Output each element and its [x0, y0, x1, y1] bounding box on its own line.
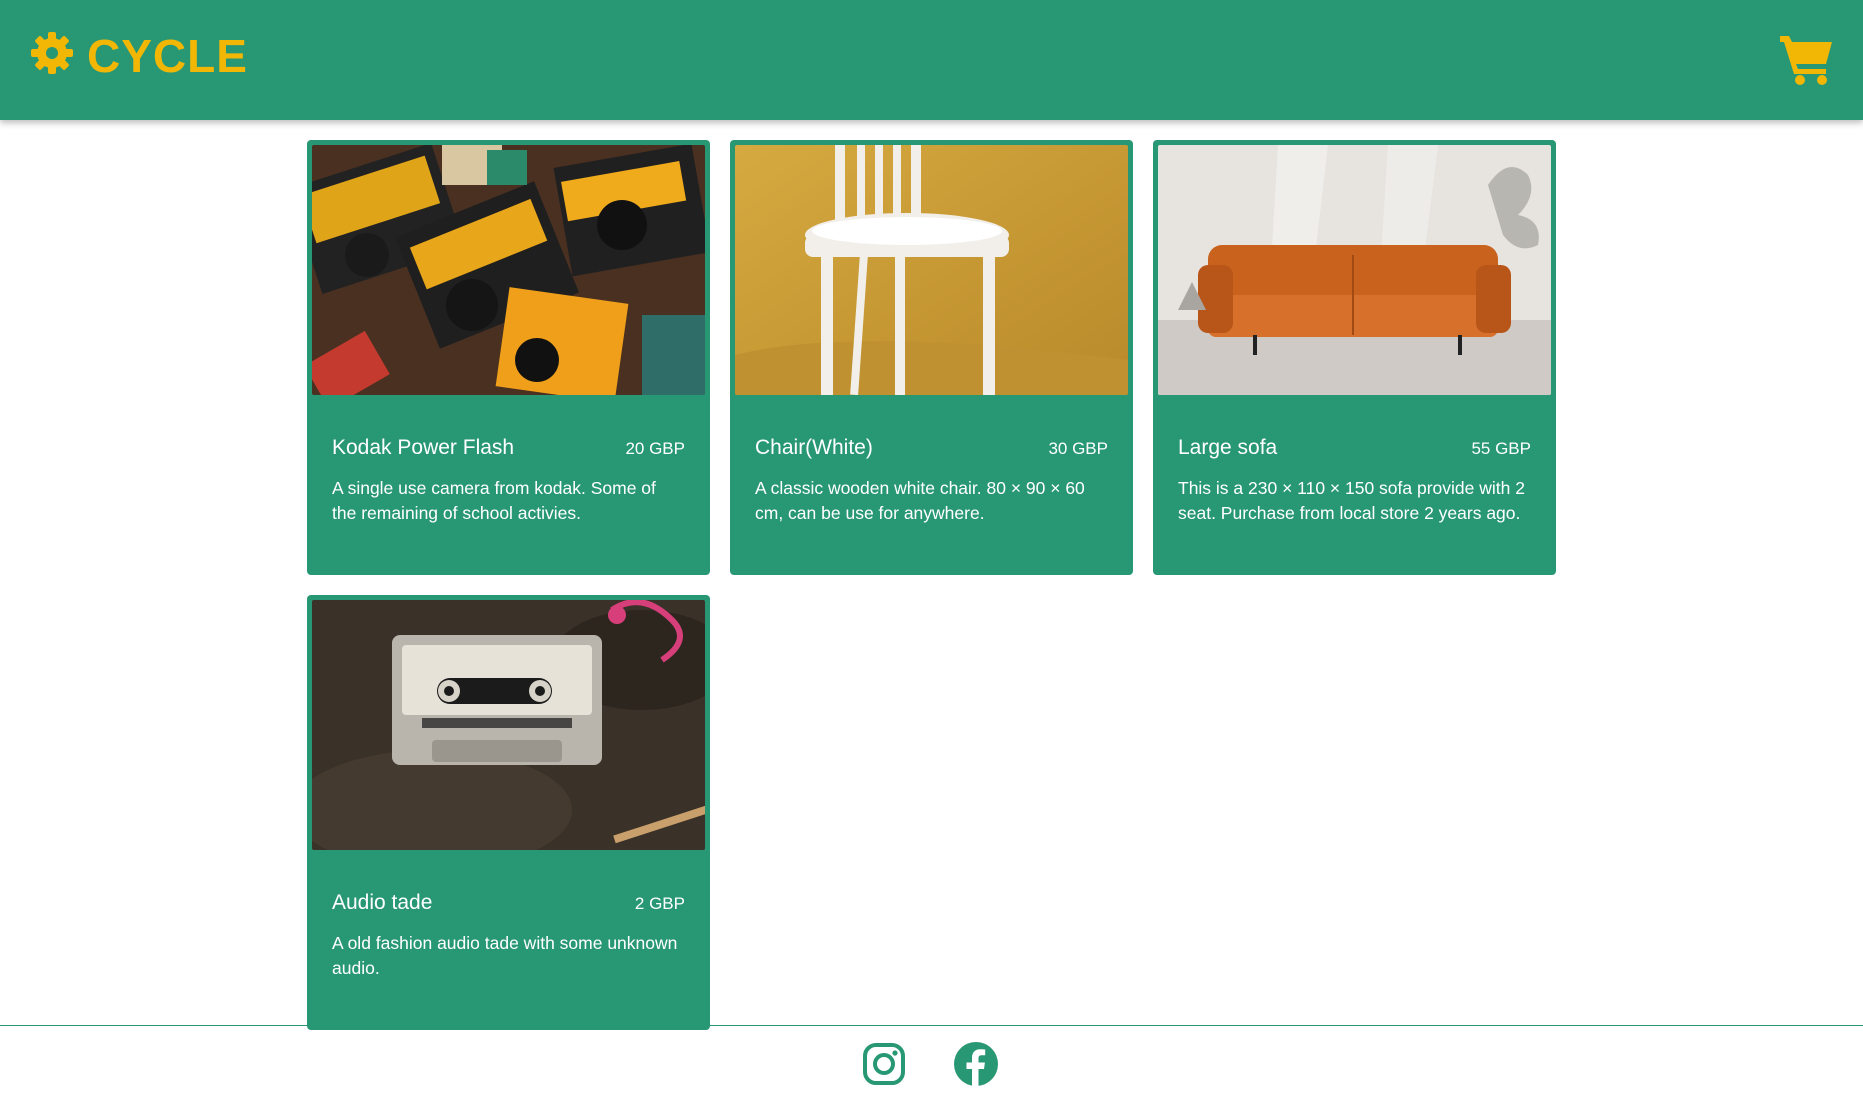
facebook-icon [952, 1042, 1000, 1092]
product-title: Large sofa [1178, 436, 1278, 459]
product-grid: Kodak Power Flash 20 GBP A single use ca… [307, 140, 1556, 1030]
instagram-link[interactable] [860, 1040, 908, 1088]
product-price: 2 GBP [634, 894, 685, 913]
instagram-icon [860, 1043, 908, 1092]
product-description: This is a 230 × 110 × 150 sofa provide w… [1178, 478, 1525, 523]
product-card[interactable]: Large sofa 55 GBP This is a 230 × 110 × … [1153, 140, 1556, 575]
product-image [1158, 145, 1551, 395]
product-description: A classic wooden white chair. 80 × 90 × … [755, 478, 1085, 523]
brand-logo[interactable]: CYCLE [29, 30, 248, 81]
header-bar: CYCLE [0, 0, 1863, 120]
cart-button[interactable] [1780, 34, 1834, 86]
product-price: 30 GBP [1048, 439, 1108, 458]
facebook-link[interactable] [952, 1040, 1000, 1088]
product-header: Chair(White) 30 GBP [755, 436, 1108, 460]
brand-name: CYCLE [87, 29, 248, 82]
product-header: Kodak Power Flash 20 GBP [332, 436, 685, 460]
product-description: A single use camera from kodak. Some of … [332, 478, 656, 523]
product-card[interactable]: Chair(White) 30 GBP A classic wooden whi… [730, 140, 1133, 575]
product-description: A old fashion audio tade with some unkno… [332, 933, 678, 978]
product-image [735, 145, 1128, 395]
product-price: 55 GBP [1471, 439, 1531, 458]
product-price: 20 GBP [625, 439, 685, 458]
product-title: Kodak Power Flash [332, 436, 515, 459]
product-title: Audio tade [332, 891, 433, 914]
product-card[interactable]: Audio tade 2 GBP A old fashion audio tad… [307, 595, 710, 1030]
product-header: Large sofa 55 GBP [1178, 436, 1531, 460]
product-card[interactable]: Kodak Power Flash 20 GBP A single use ca… [307, 140, 710, 575]
gear-icon [29, 30, 75, 81]
footer-divider [0, 1025, 1863, 1026]
shopping-cart-icon [1780, 36, 1834, 90]
product-title: Chair(White) [755, 436, 873, 459]
product-image [312, 145, 705, 395]
product-image [312, 600, 705, 850]
product-header: Audio tade 2 GBP [332, 891, 685, 915]
